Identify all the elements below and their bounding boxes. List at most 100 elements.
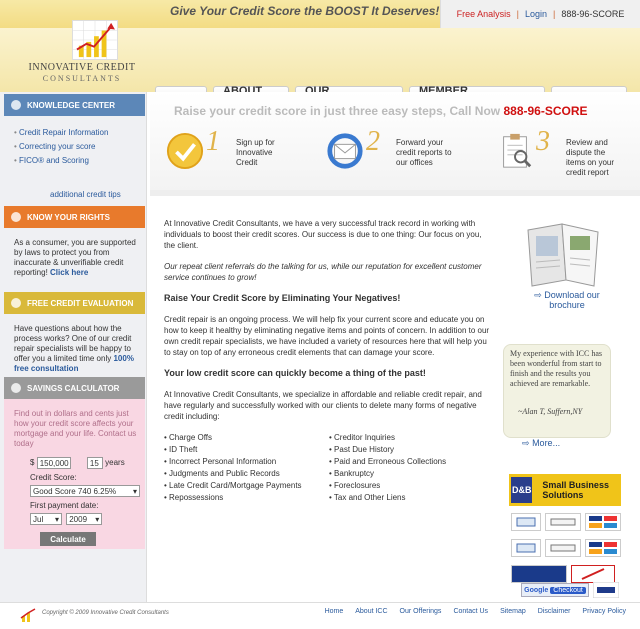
separator: |: [516, 9, 519, 19]
payment-badges-row: [511, 536, 621, 560]
know-rights-header: KNOW YOUR RIGHTS: [4, 206, 145, 228]
main-content: At Innovative Credit Consultants, we hav…: [164, 218, 494, 504]
separator: |: [553, 9, 556, 19]
list-item: Repossessions: [164, 492, 329, 503]
savings-calculator: Find out in dollars and cents just how y…: [4, 399, 145, 549]
section-heading: Raise Your Credit Score by Eliminating Y…: [164, 293, 401, 303]
list-item: Creditor Inquiries: [329, 432, 494, 443]
list-item: ID Theft: [164, 444, 329, 455]
buy-now-badge: [511, 565, 567, 583]
sidebar-item-fico[interactable]: FICO® and Scoring: [14, 156, 140, 166]
evaluation-text: Have questions about how the process wor…: [14, 324, 134, 373]
savings-text: Find out in dollars and cents just how y…: [14, 409, 137, 448]
date-row: Jul ▾ 2009 ▾: [30, 513, 103, 525]
copyright: Copyright © 2009 Innovative Credit Consu…: [42, 610, 169, 616]
google-checkout-button[interactable]: Google Checkout: [521, 583, 589, 597]
more-testimonials-link[interactable]: ⇨ More...: [522, 438, 560, 449]
trust-badges: D&B Small Business Solutions Google Chec…: [509, 474, 621, 599]
step-number: 3: [536, 126, 550, 157]
paypal-icon: [593, 582, 619, 598]
footer-link-disclaimer[interactable]: Disclaimer: [538, 608, 571, 615]
google-logo: Google: [524, 586, 549, 594]
loan-amount-input[interactable]: 150,000: [36, 457, 71, 469]
click-here-link[interactable]: Click here: [50, 268, 88, 277]
step-3: 3 Review and dispute the items on your c…: [486, 126, 636, 184]
testimonial-text: My experience with ICC has been wonderfu…: [510, 349, 602, 388]
dnb-text: Small Business Solutions: [542, 480, 609, 500]
step-number: 2: [366, 126, 380, 157]
brochure[interactable]: ⇨ Download our brochure: [508, 222, 620, 318]
free-evaluation-title: FREE CREDIT EVALUATION: [27, 298, 134, 308]
sidebar-item-correcting[interactable]: Correcting your score: [14, 142, 140, 152]
footer-link-contact[interactable]: Contact Us: [453, 608, 488, 615]
knowledge-center-title: KNOWLEDGE CENTER: [27, 100, 115, 110]
step-text: Review and dispute the items on your cre…: [566, 138, 615, 177]
testimonial: My experience with ICC has been wonderfu…: [503, 344, 611, 438]
amount-row: $ 150,000 15 years: [30, 457, 125, 469]
shield-icon: [11, 212, 21, 222]
sidebar-item-credit-repair[interactable]: Credit Repair Information: [14, 128, 140, 138]
rights-text: As a consumer, you are supported by laws…: [14, 238, 136, 277]
savings-calculator-header: SAVINGS CALCULATOR: [4, 377, 145, 399]
clipboard-icon: [503, 133, 532, 168]
step-text: Forward your credit reports to our offic…: [396, 138, 452, 167]
list-item: Paid and Erroneous Collections: [329, 456, 494, 467]
dnb-logo: D&B: [511, 477, 533, 503]
checklist-icon: [11, 298, 21, 308]
seal-icon: [166, 132, 204, 170]
list-item: Tax and Other Liens: [329, 492, 494, 503]
phone-number: 888-96-SCORE: [561, 9, 625, 19]
years-input[interactable]: 15: [86, 457, 103, 469]
score-label: Credit Score:: [30, 473, 77, 482]
know-rights-title: KNOW YOUR RIGHTS: [27, 212, 110, 222]
brochure-icon: [527, 223, 599, 287]
payment-badges-row: [511, 510, 621, 534]
download-brochure-link[interactable]: ⇨ Download our brochure: [522, 290, 612, 310]
list-right: Creditor Inquiries Past Due History Paid…: [329, 432, 494, 504]
divider: [150, 190, 640, 196]
intro-paragraph: At Innovative Credit Consultants, we hav…: [164, 219, 482, 250]
list-item: Past Due History: [329, 444, 494, 455]
free-analysis-link[interactable]: Free Analysis: [457, 9, 511, 19]
chart-logo-icon: [20, 608, 36, 622]
calculate-button[interactable]: Calculate: [40, 532, 96, 546]
specialize-paragraph: At Innovative Credit Consultants, we spe…: [164, 390, 482, 421]
list-item: Incorrect Personal Information: [164, 456, 329, 467]
month-select[interactable]: Jul ▾: [30, 513, 62, 525]
calculator-icon: [11, 383, 21, 393]
tagline: Give Your Credit Score the BOOST It Dese…: [170, 4, 440, 18]
savings-calculator-title: SAVINGS CALCULATOR: [27, 383, 120, 393]
footer-links: Home About ICC Our Offerings Contact Us …: [325, 608, 626, 615]
step-text: Sign up for Innovative Credit: [236, 138, 275, 167]
negative-credit-lists: Charge Offs ID Theft Incorrect Personal …: [164, 432, 494, 504]
footer-link-sitemap[interactable]: Sitemap: [500, 608, 526, 615]
step-2: 2 Forward your credit reports to our off…: [316, 126, 466, 184]
logo[interactable]: INNOVATIVE CREDIT CONSULTANTS: [22, 20, 142, 90]
referral-paragraph: Our repeat client referrals do the talki…: [164, 262, 482, 282]
footer-link-about[interactable]: About ICC: [355, 608, 387, 615]
list-item: Bankruptcy: [329, 468, 494, 479]
dnb-badge[interactable]: D&B Small Business Solutions: [509, 474, 621, 506]
credit-cards-badge: [585, 513, 621, 531]
repair-paragraph: Credit repair is an ongoing process. We …: [164, 315, 490, 357]
list-item: Judgments and Public Records: [164, 468, 329, 479]
chart-logo-icon: [72, 20, 118, 60]
chevron-down-icon: ▾: [132, 487, 137, 496]
footer-link-offerings[interactable]: Our Offerings: [400, 608, 442, 615]
credit-score-select[interactable]: Good Score 740 6.25% ▾: [30, 485, 140, 497]
list-item: Late Credit Card/Mortgage Payments: [164, 480, 329, 491]
testimonial-author: ~Alan T, Suffern,NY: [518, 407, 583, 416]
steps-phone: 888-96-SCORE: [503, 104, 588, 118]
knowledge-list: Credit Repair Information Correcting you…: [14, 128, 140, 170]
page: Give Your Credit Score the BOOST It Dese…: [0, 0, 640, 629]
login-link[interactable]: Login: [525, 9, 547, 19]
header: INNOVATIVE CREDIT CONSULTANTS HOME ABOUT…: [0, 20, 640, 109]
footer-link-privacy[interactable]: Privacy Policy: [582, 608, 626, 615]
forward-mail-icon: [327, 133, 363, 169]
year-select[interactable]: 2009 ▾: [66, 513, 103, 525]
footer: Copyright © 2009 Innovative Credit Consu…: [0, 602, 640, 629]
footer-link-home[interactable]: Home: [325, 608, 344, 615]
logo-name: INNOVATIVE CREDIT: [28, 62, 136, 73]
steps-banner: Raise your credit score in just three ea…: [150, 92, 640, 190]
free-evaluation-header: FREE CREDIT EVALUATION: [4, 292, 145, 314]
